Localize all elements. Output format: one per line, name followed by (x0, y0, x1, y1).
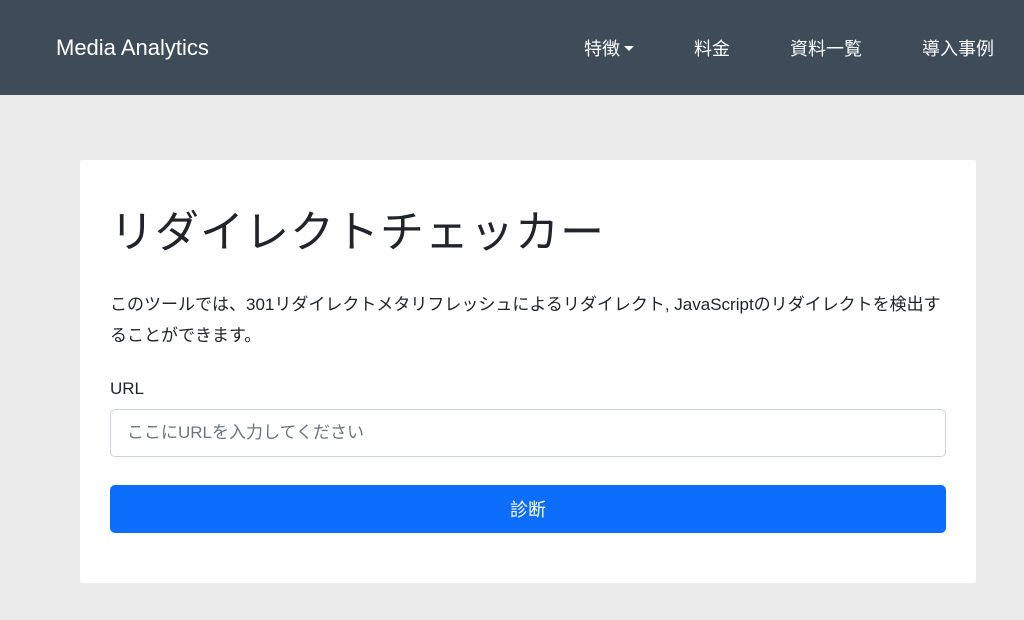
content-area: リダイレクトチェッカー このツールでは、301リダイレクトメタリフレッシュによる… (0, 95, 1024, 583)
nav-links: 特徴 料金 資料一覧 導入事例 (584, 35, 994, 61)
nav-link-label: 料金 (694, 35, 730, 61)
chevron-down-icon (624, 46, 634, 51)
page-title: リダイレクトチェッカー (110, 196, 946, 260)
brand-logo[interactable]: Media Analytics (56, 35, 209, 61)
nav-link-documents[interactable]: 資料一覧 (790, 35, 862, 61)
diagnose-button[interactable]: 診断 (110, 485, 946, 533)
nav-link-features[interactable]: 特徴 (584, 35, 634, 61)
nav-link-label: 導入事例 (922, 35, 994, 61)
main-card: リダイレクトチェッカー このツールでは、301リダイレクトメタリフレッシュによる… (80, 160, 976, 583)
tool-description: このツールでは、301リダイレクトメタリフレッシュによるリダイレクト, Java… (110, 290, 946, 351)
nav-link-case-studies[interactable]: 導入事例 (922, 35, 994, 61)
nav-link-label: 特徴 (584, 35, 620, 61)
nav-link-label: 資料一覧 (790, 35, 862, 61)
nav-link-pricing[interactable]: 料金 (694, 35, 730, 61)
navbar: Media Analytics 特徴 料金 資料一覧 導入事例 (0, 0, 1024, 95)
url-input[interactable] (110, 409, 946, 457)
url-label: URL (110, 379, 946, 399)
